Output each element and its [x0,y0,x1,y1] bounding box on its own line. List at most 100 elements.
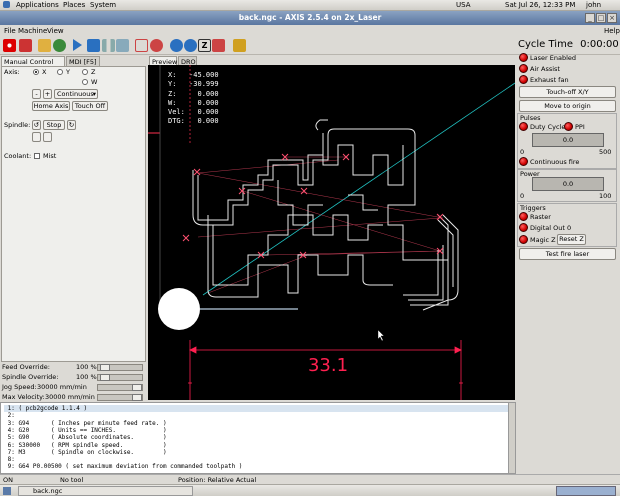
reload-icon[interactable] [53,39,66,52]
tab-mdi[interactable]: MDI [F5] [66,56,100,66]
gcode-listing[interactable]: 1: ( pcb2gcode 1.1.4 ) 2: 3: G94 ( Inche… [0,402,516,474]
duty-cycle-led[interactable] [519,122,528,131]
status-bar: ON No tool Position: Relative Actual [0,474,620,484]
applications-menu[interactable]: Applications [16,1,59,9]
axis-y-radio[interactable] [57,69,63,75]
continuous-fire-led[interactable] [519,157,528,166]
spindle-override-slider[interactable] [97,374,143,381]
spindle-ccw-icon[interactable]: ↺ [32,120,41,130]
spindle-faster-button[interactable] [43,132,52,142]
touchoff-xy-button[interactable]: Touch-off X/Y [519,86,616,98]
gcode-line[interactable]: 2: [4,412,15,419]
ppi-label: PPI [575,123,585,131]
gcode-line[interactable]: 4: G20 ( Units == INCHES. ) [4,427,167,434]
window-title: back.ngc - AXIS 2.5.4 on 2x_Laser [238,13,382,22]
run-icon[interactable] [73,39,82,51]
raster-led[interactable] [519,212,528,221]
open-file-icon[interactable] [38,39,51,52]
taskbar-window-button[interactable]: back.ngc [18,486,193,496]
air-assist-label: Air Assist [530,65,560,73]
continuous-fire-label: Continuous fire [530,158,580,166]
power-min: 0 [520,192,525,200]
clear-plot-icon[interactable] [233,39,246,52]
menu-view[interactable]: View [47,27,64,35]
touch-off-button[interactable]: Touch Off [72,101,108,111]
spindle-stop-button[interactable]: Stop [43,120,65,130]
jog-plus-button[interactable]: + [43,89,52,99]
dimension-label: 33.1 [308,355,348,376]
trace-top [315,119,404,186]
triggers-title: Triggers [520,204,546,212]
jog-speed-label: Jog Speed: [2,383,37,391]
gcode-line[interactable]: 1: ( pcb2gcode 1.1.4 ) [4,405,509,413]
feed-override-slider[interactable] [97,364,143,371]
maximize-button[interactable]: □ [596,13,606,23]
view-p-icon[interactable] [212,39,225,52]
pulses-value-bar[interactable]: 0.0 [532,133,604,147]
stop-icon[interactable] [116,39,129,52]
jog-speed-slider[interactable] [97,384,143,391]
workspace-switcher[interactable] [556,486,616,496]
axis-z-radio[interactable] [82,69,88,75]
menu-machine[interactable]: Machine [18,27,47,35]
locale-indicator[interactable]: USA [456,1,471,9]
estop-icon[interactable] [3,39,16,52]
mist-checkbox[interactable] [34,153,40,159]
block-delete-icon[interactable] [135,39,148,52]
home-axis-button[interactable]: Home Axis [32,101,70,111]
gnome-top-panel: Applications Places System USA Sat Jul 2… [0,0,620,11]
close-button[interactable]: × [607,13,617,23]
system-menu[interactable]: System [90,1,116,9]
zoom-out-icon[interactable] [184,39,197,52]
axis-x-label: X [42,68,47,76]
clock[interactable]: Sat Jul 26, 12:33 PM [505,1,575,9]
tab-manual-control[interactable]: Manual Control [F3] [1,56,65,74]
test-fire-button[interactable]: Test fire laser [519,248,616,260]
machine-state: ON [3,476,13,484]
gcode-line[interactable]: 5: G90 ( Absolute coordinates. ) [4,434,167,441]
power-value-bar[interactable]: 0.0 [532,177,604,191]
gcode-line[interactable]: 3: G94 ( Inches per minute feed rate. ) [4,420,167,427]
magic-z-led[interactable] [519,235,528,244]
gcode-line[interactable]: 8: [4,456,15,463]
max-velocity-slider[interactable] [97,394,143,401]
applications-icon[interactable] [3,1,10,8]
show-desktop-icon[interactable] [3,487,11,495]
menu-file[interactable]: File [4,27,16,35]
spindle-slower-button[interactable] [32,132,41,142]
gcode-scrollbar[interactable] [508,403,515,473]
coolant-label: Coolant: [4,152,32,160]
raster-label: Raster [530,213,551,221]
user-menu[interactable]: john [586,1,601,9]
places-menu[interactable]: Places [63,1,85,9]
optional-stop-icon[interactable] [150,39,163,52]
spindle-label: Spindle: [4,121,31,129]
dro-w: W: 0.000 [168,98,219,107]
axis-label: Axis: [4,68,20,76]
axis-w-radio[interactable] [82,79,88,85]
jog-mode-select[interactable]: Continuous ▾ [54,89,98,99]
reset-z-button[interactable]: Reset Z [557,234,586,245]
pause-icon[interactable] [102,39,115,52]
jog-speed-value: 30000 mm/min [37,383,87,391]
gcode-line[interactable]: 9: G64 P0.00500 ( set maximum deviation … [4,463,243,470]
ppi-led[interactable] [564,122,573,131]
menubar: File Machine View Help [0,25,620,36]
gcode-line[interactable]: 7: M3 ( Spindle on clockwise. ) [4,449,167,456]
chevron-down-icon: ▾ [92,90,96,98]
spindle-override-value: 100 % [76,373,97,381]
jog-minus-button[interactable]: - [32,89,41,99]
power-icon[interactable] [19,39,32,52]
minimize-button[interactable]: _ [585,13,595,23]
zoom-in-icon[interactable] [170,39,183,52]
gcode-line[interactable]: 6: S30000 ( RPM spindle speed. ) [4,442,167,449]
view-z-icon[interactable]: Z [198,39,211,52]
toolpath-preview[interactable]: 33.1 X: -45.000 Y: -30.999 Z: 0.000 W: 0.00… [148,65,515,400]
axis-x-radio[interactable] [33,69,39,75]
spindle-cw-icon[interactable]: ↻ [67,120,76,130]
digital-out-led[interactable] [519,223,528,232]
menu-help[interactable]: Help [604,27,620,35]
move-to-origin-button[interactable]: Move to origin [519,100,616,112]
window-titlebar: back.ngc - AXIS 2.5.4 on 2x_Laser _ □ × [0,11,620,25]
step-icon[interactable] [87,39,100,52]
